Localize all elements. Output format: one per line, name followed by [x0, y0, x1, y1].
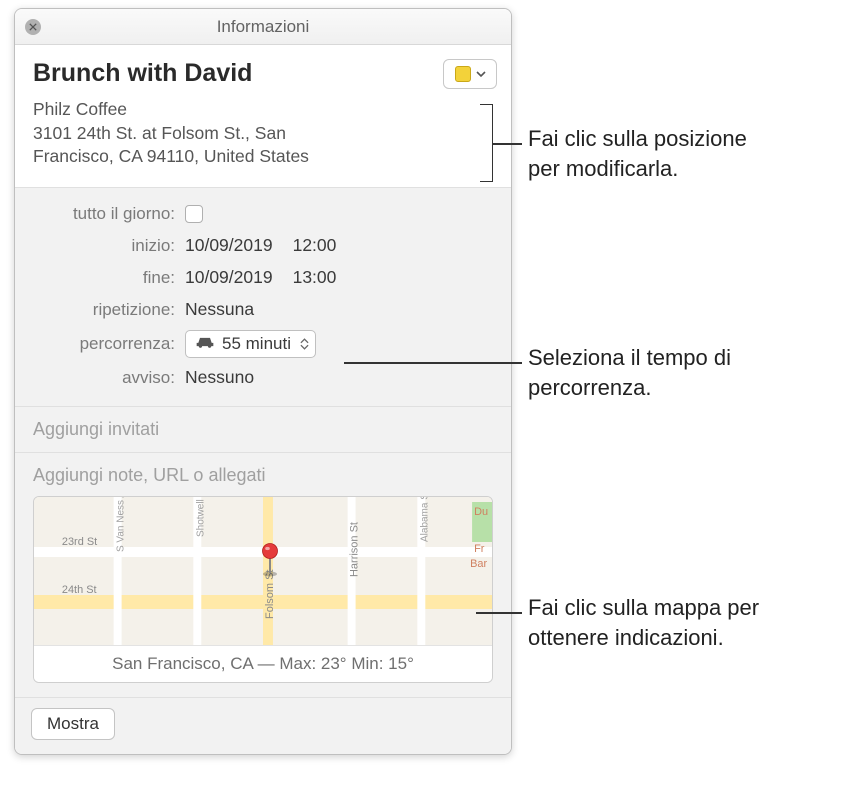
- svg-text:Du: Du: [474, 506, 488, 518]
- end-row: fine: 10/09/2019 13:00: [15, 262, 511, 294]
- calendar-color-picker[interactable]: [443, 59, 497, 89]
- alert-label: avviso:: [33, 368, 185, 388]
- event-header: Brunch with David Philz Coffee 3101 24th…: [15, 45, 511, 188]
- svg-text:Shotwell St: Shotwell St: [195, 497, 206, 537]
- allday-label: tutto il giorno:: [33, 204, 185, 224]
- svg-text:Fr: Fr: [474, 543, 485, 555]
- notes-section: Aggiungi note, URL o allegati: [15, 453, 511, 697]
- svg-text:23rd St: 23rd St: [62, 536, 97, 548]
- start-label: inizio:: [33, 236, 185, 256]
- travel-row: percorrenza: 55 minuti: [15, 326, 511, 362]
- location-address-line2: Francisco, CA 94110, United States: [33, 145, 493, 169]
- repeat-row: ripetizione: Nessuna: [15, 294, 511, 326]
- alert-value[interactable]: Nessuno: [185, 367, 254, 388]
- map-preview[interactable]: 23rd St 24th St Folsom St Harrison St Sh…: [33, 496, 493, 683]
- close-icon: [29, 23, 37, 31]
- stepper-icon: [300, 338, 309, 350]
- event-info-panel: Informazioni Brunch with David Philz Cof…: [14, 8, 512, 755]
- color-swatch-icon: [455, 66, 471, 82]
- travel-value: 55 minuti: [222, 334, 291, 354]
- location-name: Philz Coffee: [33, 98, 493, 122]
- repeat-label: ripetizione:: [33, 300, 185, 320]
- alert-row: avviso: Nessuno: [15, 362, 511, 394]
- allday-row: tutto il giorno:: [15, 198, 511, 230]
- svg-text:S Van Ness Ave: S Van Ness Ave: [116, 497, 127, 552]
- callout-location: Fai clic sulla posizione per modificarla…: [528, 124, 747, 183]
- end-date[interactable]: 10/09/2019: [185, 267, 273, 288]
- location-address-line1: 3101 24th St. at Folsom St., San: [33, 122, 493, 146]
- callout-line: [492, 143, 522, 145]
- titlebar: Informazioni: [15, 9, 511, 45]
- event-title[interactable]: Brunch with David: [33, 59, 493, 88]
- svg-text:Bar: Bar: [470, 558, 487, 570]
- svg-text:Alabama St: Alabama St: [419, 497, 430, 542]
- callout-travel: Seleziona il tempo di percorrenza.: [528, 343, 731, 402]
- start-date[interactable]: 10/09/2019: [185, 235, 273, 256]
- chevron-down-icon: [476, 71, 486, 78]
- travel-time-select[interactable]: 55 minuti: [185, 330, 316, 358]
- end-time[interactable]: 13:00: [293, 267, 337, 288]
- start-row: inizio: 10/09/2019 12:00: [15, 230, 511, 262]
- callout-line: [344, 362, 522, 364]
- show-button[interactable]: Mostra: [31, 708, 115, 740]
- start-time[interactable]: 12:00: [293, 235, 337, 256]
- allday-checkbox[interactable]: [185, 205, 203, 223]
- svg-text:Harrison St: Harrison St: [349, 522, 361, 577]
- event-location[interactable]: Philz Coffee 3101 24th St. at Folsom St.…: [33, 98, 493, 169]
- repeat-value[interactable]: Nessuna: [185, 299, 254, 320]
- svg-text:24th St: 24th St: [62, 584, 97, 596]
- map-weather-footer: San Francisco, CA — Max: 23° Min: 15°: [34, 645, 492, 682]
- close-button[interactable]: [25, 19, 41, 35]
- bottom-bar: Mostra: [15, 697, 511, 754]
- add-invitees-input[interactable]: Aggiungi invitati: [15, 407, 511, 453]
- end-label: fine:: [33, 268, 185, 288]
- window-title: Informazioni: [217, 17, 310, 37]
- add-notes-input[interactable]: Aggiungi note, URL o allegati: [33, 465, 493, 486]
- travel-label: percorrenza:: [33, 334, 185, 354]
- callout-map: Fai clic sulla mappa per ottenere indica…: [528, 593, 759, 652]
- map-canvas: 23rd St 24th St Folsom St Harrison St Sh…: [34, 497, 492, 645]
- map-pin-icon: [259, 543, 281, 580]
- event-details: tutto il giorno: inizio: 10/09/2019 12:0…: [15, 188, 511, 407]
- callout-line: [476, 612, 522, 614]
- car-icon: [195, 334, 215, 354]
